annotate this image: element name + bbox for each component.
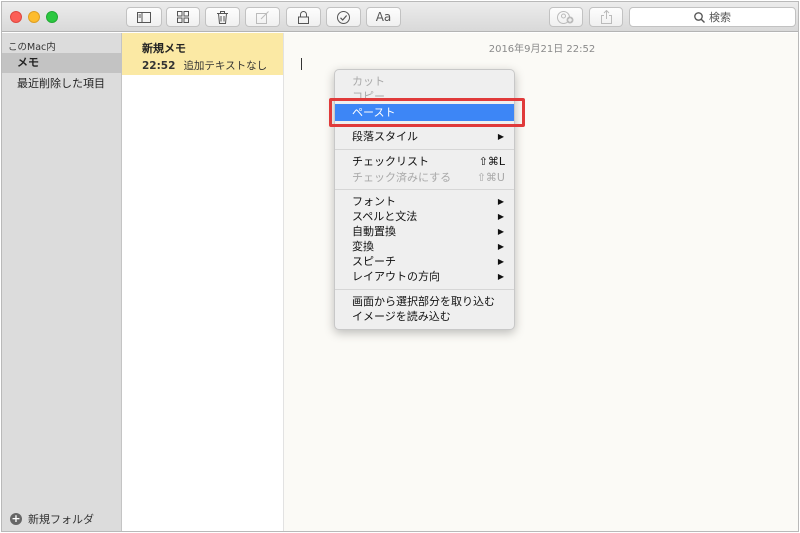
highlight-annotation-box (329, 98, 525, 127)
minimize-button[interactable] (28, 11, 40, 23)
add-people-button[interactable] (549, 7, 583, 27)
note-title: 新規メモ (142, 42, 186, 55)
submenu-arrow-icon: ▶ (497, 212, 504, 221)
menu-item-label: 変換 (352, 240, 374, 253)
delete-button[interactable] (205, 7, 240, 27)
menu-item-label: 段落スタイル (352, 130, 418, 143)
menu-item-transformations[interactable]: 変換 ▶ (335, 239, 514, 254)
menu-item-layout-direction[interactable]: レイアウトの方向 ▶ (335, 269, 514, 284)
menu-item-label: フォント (352, 195, 396, 208)
check-circle-icon (337, 10, 350, 24)
compose-icon (256, 10, 269, 24)
submenu-arrow-icon: ▶ (497, 242, 504, 251)
submenu-arrow-icon: ▶ (497, 257, 504, 266)
sidebar-item-recently-deleted[interactable]: 最近削除した項目 (2, 74, 122, 94)
lock-icon (298, 10, 309, 24)
menu-separator (335, 149, 514, 150)
search-icon (694, 11, 705, 23)
menu-item-label: 自動置換 (352, 225, 396, 238)
submenu-arrow-icon: ▶ (497, 272, 504, 281)
toolbar: Aa 検索 (2, 2, 798, 32)
menu-separator (335, 189, 514, 190)
plus-circle-icon: + (10, 512, 22, 525)
folder-sidebar: このMac内 メモ 最近削除した項目 + 新規フォルダ (2, 33, 122, 531)
submenu-arrow-icon: ▶ (497, 132, 504, 141)
trash-icon (217, 10, 228, 24)
note-subtitle: 22:52 追加テキストなし (142, 58, 283, 73)
menu-item-import-image[interactable]: イメージを読み込む (335, 309, 514, 324)
menu-item-label: スペルと文法 (352, 210, 418, 223)
menu-item-paragraph-style[interactable]: 段落スタイル ▶ (335, 129, 514, 144)
search-placeholder: 検索 (709, 11, 731, 24)
menu-item-label: チェックリスト (352, 155, 429, 168)
new-note-button[interactable] (245, 7, 280, 27)
new-folder-button[interactable]: + 新規フォルダ (10, 511, 94, 527)
format-button[interactable]: Aa (366, 7, 401, 27)
gallery-view-button[interactable] (166, 7, 200, 27)
menu-shortcut: ⇧⌘L (478, 155, 505, 168)
text-caret (301, 58, 302, 70)
menu-item-label: チェック済みにする (352, 171, 452, 184)
menu-item-substitutions[interactable]: 自動置換 ▶ (335, 224, 514, 239)
add-people-icon (557, 10, 574, 24)
note-preview: 追加テキストなし (183, 60, 268, 72)
new-folder-label: 新規フォルダ (28, 513, 94, 526)
menu-item-speech[interactable]: スピーチ ▶ (335, 254, 514, 269)
note-date: 2016年9月21日 22:52 (488, 44, 596, 55)
note-time: 22:52 (142, 60, 176, 72)
submenu-arrow-icon: ▶ (497, 197, 504, 206)
sidebar-section-label: このMac内 (8, 42, 56, 53)
menu-item-spelling[interactable]: スペルと文法 ▶ (335, 209, 514, 224)
zoom-button[interactable] (46, 11, 58, 23)
menu-item-font[interactable]: フォント ▶ (335, 194, 514, 209)
menu-item-checklist[interactable]: チェックリスト ⇧⌘L (335, 154, 514, 169)
checklist-button[interactable] (326, 7, 361, 27)
menu-item-label: レイアウトの方向 (352, 270, 440, 283)
submenu-arrow-icon: ▶ (497, 227, 504, 236)
sidebar-icon (137, 11, 151, 23)
menu-item-cut[interactable]: カット (335, 74, 514, 89)
share-button[interactable] (589, 7, 623, 27)
notes-list: 新規メモ 22:52 追加テキストなし (122, 33, 284, 531)
close-button[interactable] (10, 11, 22, 23)
list-item[interactable]: 新規メモ 22:52 追加テキストなし (122, 33, 283, 75)
grid-icon (177, 11, 189, 23)
menu-shortcut: ⇧⌘U (476, 171, 505, 184)
format-label: Aa (375, 10, 392, 24)
lock-button[interactable] (286, 7, 321, 27)
sidebar-toggle-button[interactable] (126, 7, 162, 27)
menu-item-capture-selection[interactable]: 画面から選択部分を取り込む (335, 294, 514, 309)
menu-item-mark-checked[interactable]: チェック済みにする ⇧⌘U (335, 170, 514, 185)
share-icon (600, 10, 612, 24)
menu-separator (335, 289, 514, 290)
menu-item-label: スピーチ (352, 255, 396, 268)
sidebar-item-notes[interactable]: メモ (2, 53, 122, 73)
search-field[interactable]: 検索 (629, 7, 796, 27)
